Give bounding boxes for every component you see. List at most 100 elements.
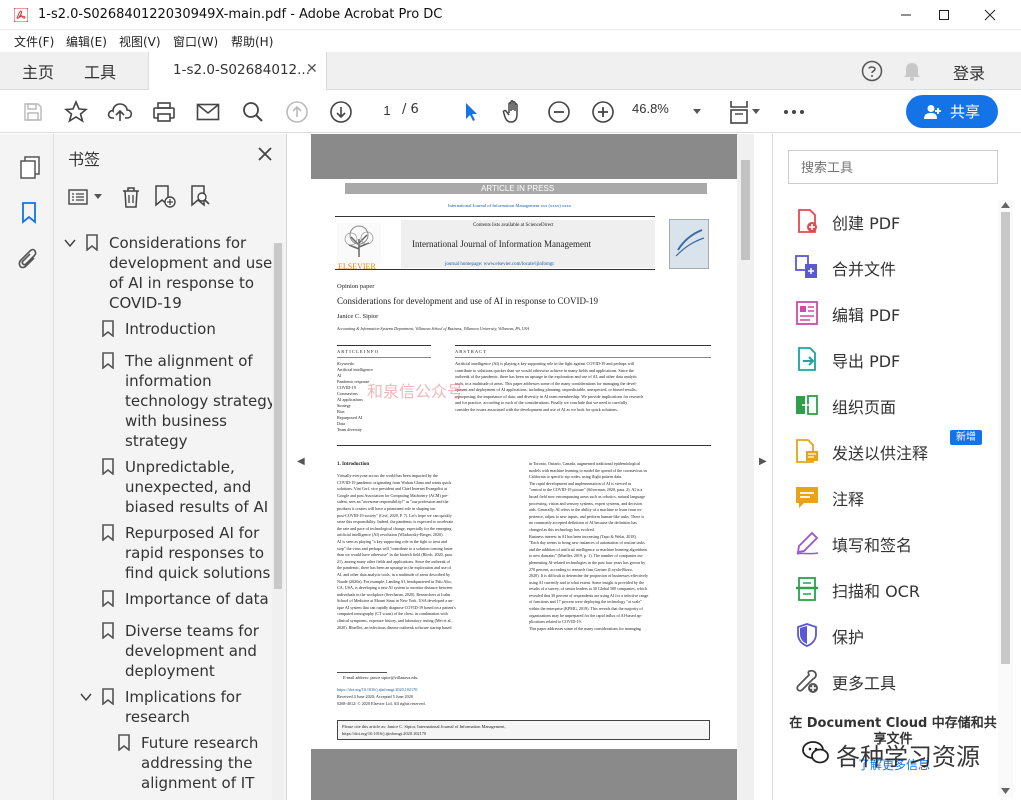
magnifier-icon (243, 102, 263, 122)
tool-export-pdf[interactable]: 导出 PDF (794, 344, 994, 374)
abstract-heading: A B S T R A C T (455, 349, 487, 354)
notification-bell-icon[interactable] (902, 60, 922, 82)
scan-ocr-icon (796, 577, 818, 601)
tool-organize-pages[interactable]: 组织页面 (794, 390, 994, 420)
collapse-chevron-icon[interactable] (80, 691, 92, 703)
footnote-divider (337, 672, 387, 673)
collapse-chevron-icon[interactable] (64, 237, 76, 249)
zoom-level[interactable]: 46.8% (632, 101, 692, 116)
journal-cover-graphic-icon (675, 229, 705, 257)
bookmarks-icon[interactable] (21, 202, 37, 224)
help-icon[interactable] (861, 60, 883, 82)
page-layout-icon (730, 101, 748, 124)
tool-more-tools[interactable]: 更多工具 (794, 666, 994, 696)
overlay-watermark-text: 和泉信公众号 (367, 384, 464, 401)
scrollbar-thumb[interactable] (274, 243, 282, 589)
sign-in-link[interactable]: 登录 (953, 60, 985, 84)
page-display-chevron-icon[interactable] (751, 108, 761, 116)
upload-cloud-button[interactable] (107, 99, 133, 125)
organize-pages-icon (796, 395, 818, 415)
attachments-paperclip-icon[interactable] (18, 248, 40, 272)
maximize-icon (939, 10, 949, 20)
maximize-button[interactable] (921, 0, 967, 30)
bookmark-icon (102, 622, 114, 639)
close-tab-icon[interactable]: ✕ (306, 61, 318, 77)
tool-scan-ocr[interactable]: 扫描和 OCR (794, 574, 994, 604)
body-column-2: in Toronto, Ontario, Canada, augmented t… (529, 461, 649, 631)
tool-edit-pdf[interactable]: 编辑 PDF (794, 298, 994, 328)
bookmark-options-button[interactable] (68, 184, 103, 210)
tab-tools[interactable]: 工具 (84, 59, 116, 83)
previous-page-button[interactable] (284, 99, 310, 125)
bookmark-icon (102, 590, 114, 607)
window-title: 1-s2.0-S026840122030949X-main.pdf - Adob… (38, 7, 443, 22)
journal-reference: International Journal of Information Man… (448, 203, 572, 208)
bookmark-icon (102, 524, 114, 541)
add-user-icon (923, 104, 941, 119)
delete-bookmark-button[interactable] (121, 184, 141, 210)
tool-combine-files[interactable]: 合并文件 (794, 252, 994, 282)
scrollbar-thumb[interactable] (1001, 212, 1010, 664)
collapse-left-panel-icon[interactable]: ◀ (297, 456, 305, 467)
share-label: 共享 (949, 103, 980, 121)
tool-fill-sign[interactable]: 填写和签名 (794, 528, 994, 558)
next-page-button[interactable] (328, 99, 354, 125)
bookmark-icon (102, 688, 114, 705)
bookmarks-scrollbar[interactable] (272, 243, 284, 800)
author-email: E-mail address: janice.sipior@villanova.… (343, 675, 419, 680)
divider (455, 357, 711, 358)
search-bookmark-icon (191, 185, 210, 207)
pdf-page[interactable]: ARTICLE IN PRESS International Journal o… (311, 179, 737, 749)
find-bookmark-button[interactable] (189, 184, 213, 210)
divider (337, 345, 431, 346)
scrollbar-thumb[interactable] (741, 160, 750, 260)
more-options-button[interactable] (781, 99, 807, 125)
new-bookmark-button[interactable] (153, 184, 177, 210)
arrow-down-circle-icon (330, 101, 352, 123)
doi-link[interactable]: https://doi.org/10.1016/j.ijinfomgt.2020… (337, 687, 417, 692)
collapse-right-panel-icon[interactable]: ▶ (759, 456, 767, 467)
zoom-in-button[interactable] (590, 99, 616, 125)
search-tools-input[interactable] (788, 150, 998, 184)
select-tool-button[interactable] (458, 99, 484, 125)
minus-circle-icon (548, 101, 570, 123)
abstract-text: Artificial intelligence (AI) is playing … (455, 361, 644, 412)
page-number-input[interactable] (372, 98, 402, 122)
menu-help[interactable]: 帮助(H) (231, 33, 273, 50)
menu-view[interactable]: 视图(V) (119, 33, 161, 50)
tab-home[interactable]: 主页 (22, 59, 54, 83)
hand-tool-button[interactable] (501, 99, 527, 125)
comment-icon (796, 487, 818, 508)
menu-window[interactable]: 窗口(W) (173, 33, 218, 50)
close-window-button[interactable] (967, 0, 1013, 30)
email-button[interactable] (195, 99, 221, 125)
contents-line: Contents lists available at ScienceDirec… (473, 223, 554, 228)
bookmark-icon (102, 458, 114, 475)
close-panel-icon[interactable] (255, 144, 275, 164)
article-type: Opinion paper (337, 283, 375, 290)
save-button[interactable] (20, 99, 46, 125)
send-comments-icon (796, 439, 818, 463)
share-button[interactable]: 共享 (906, 95, 998, 128)
zoom-out-button[interactable] (546, 99, 572, 125)
print-button[interactable] (151, 99, 177, 125)
tool-protect[interactable]: 保护 (794, 620, 994, 650)
bookmark-star-button[interactable] (63, 99, 89, 125)
hand-icon (502, 100, 518, 123)
scroll-up-icon[interactable] (1001, 202, 1010, 208)
scroll-down-icon[interactable] (1001, 788, 1010, 794)
fill-sign-icon (796, 531, 819, 555)
document-scrollbar[interactable] (737, 134, 754, 800)
author-affiliation: Accounting & Information Systems Departm… (337, 326, 530, 331)
tool-comment[interactable]: 注释 (794, 482, 994, 512)
tool-create-pdf[interactable]: 创建 PDF (794, 206, 994, 236)
zoom-dropdown-chevron-icon[interactable] (692, 108, 702, 116)
find-button[interactable] (240, 99, 266, 125)
tools-scrollbar[interactable] (998, 200, 1013, 798)
page-thumbnails-icon[interactable] (19, 156, 41, 180)
menu-edit[interactable]: 编辑(E) (66, 33, 107, 50)
ellipsis-icon (784, 110, 804, 114)
page-display-button[interactable] (726, 99, 752, 125)
menu-file[interactable]: 文件(F) (14, 33, 54, 50)
tab-document[interactable]: 1-s2.0-S02684012... ✕ (148, 52, 327, 91)
